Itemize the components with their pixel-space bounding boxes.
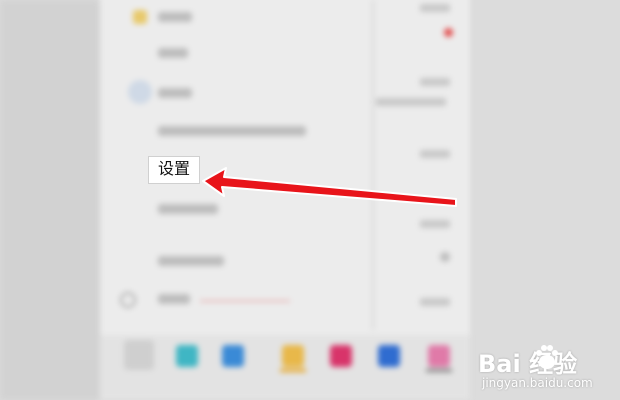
blurred-text <box>376 98 446 106</box>
blurred-time <box>420 4 450 12</box>
app-icon <box>176 345 198 367</box>
blurred-row <box>158 256 224 266</box>
watermark-logo: Bai 经验 <box>478 350 578 378</box>
taskbar-underline <box>426 369 452 372</box>
blurred-row <box>158 48 188 58</box>
settings-menu-item[interactable]: 设置 <box>148 156 200 184</box>
blurred-row <box>158 294 190 304</box>
blurred-time <box>420 78 450 86</box>
blurred-dot <box>440 252 450 262</box>
baidu-jingyan-watermark: Bai 经验 jingyan.baidu.com <box>470 338 618 398</box>
blurred-row <box>158 12 192 22</box>
blurred-row <box>158 204 218 214</box>
power-icon <box>120 292 136 308</box>
watermark-url: jingyan.baidu.com <box>482 376 593 390</box>
blurred-time <box>420 220 450 228</box>
clock-icon <box>128 80 152 104</box>
folder-icon <box>133 10 147 24</box>
baidu-paw-icon <box>536 345 558 369</box>
app-icon <box>428 345 450 367</box>
blurred-line <box>200 300 290 302</box>
app-icon <box>330 345 352 367</box>
blurred-time <box>420 150 450 158</box>
app-icon <box>222 345 244 367</box>
app-icon <box>378 345 400 367</box>
app-icon <box>282 345 304 367</box>
blurred-row <box>158 88 192 98</box>
blurred-time <box>420 298 450 306</box>
blurred-row <box>158 126 306 136</box>
panel-divider <box>372 0 374 330</box>
taskbar-underline <box>280 369 306 372</box>
desktop-left <box>0 0 100 400</box>
notification-dot <box>444 28 453 37</box>
start-icon <box>124 340 154 370</box>
